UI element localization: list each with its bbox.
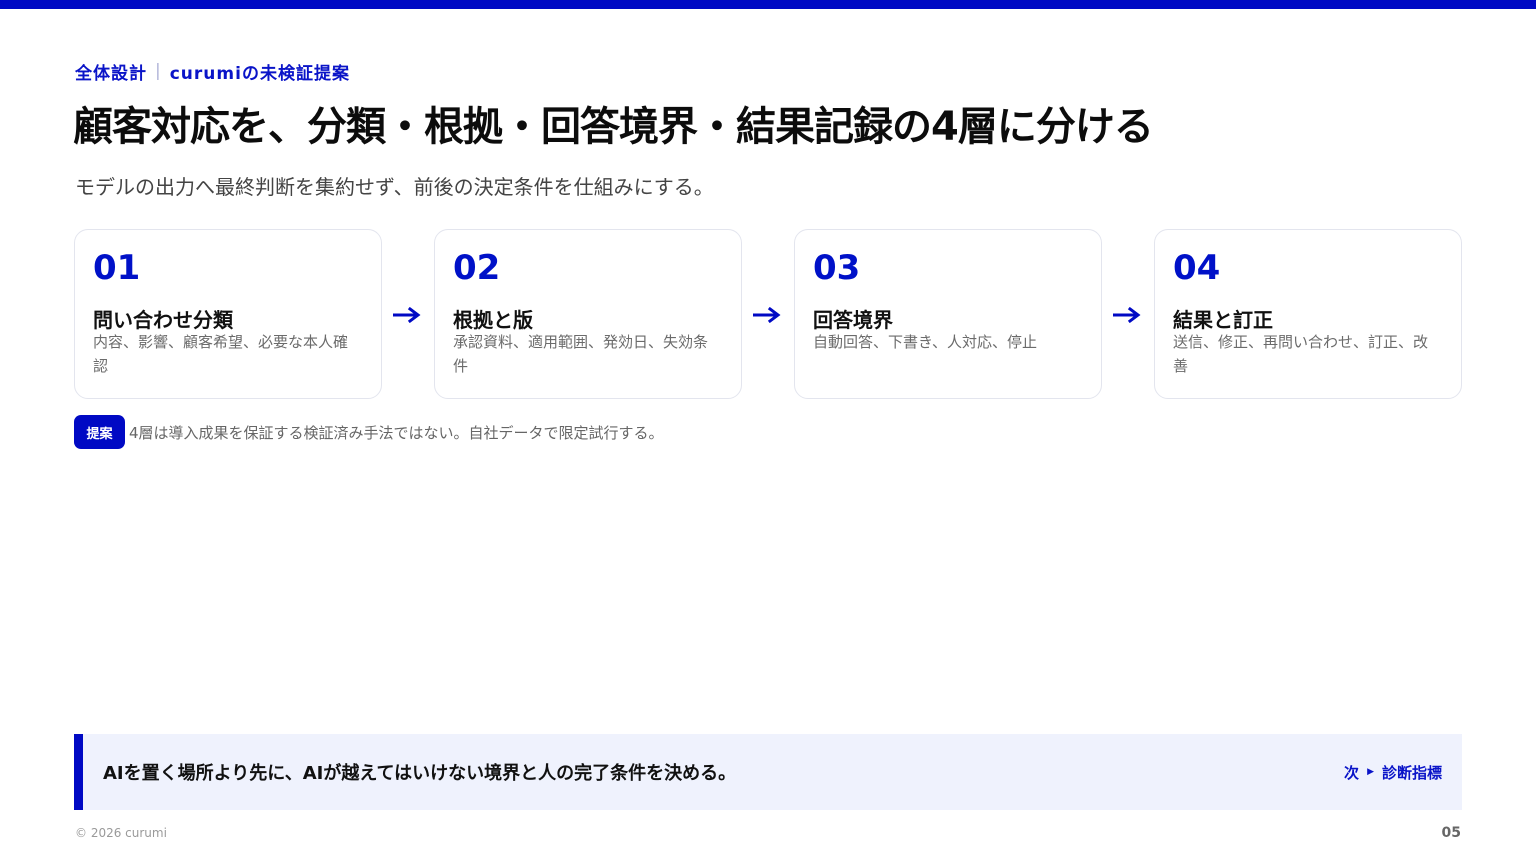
step-description: 送信、修正、再問い合わせ、訂正、改善 (1173, 333, 1429, 375)
step-number: 04 (1173, 248, 1221, 288)
page-subtitle: モデルの出力へ最終判断を集約せず、前後の決定条件を仕組みにする。 (75, 175, 714, 199)
next-prefix: 次 (1344, 763, 1360, 782)
step-flow: 01 問い合わせ分類 内容、影響、顧客希望、必要な本人確認 02 根拠と版 承認… (74, 229, 1462, 399)
step-number: 03 (813, 248, 861, 288)
key-message-callout: AIを置く場所より先に、AIが越えてはいけない境界と人の完了条件を決める。 次 … (74, 734, 1462, 810)
page-number: 05 (1441, 825, 1461, 841)
step-card-03: 03 回答境界 自動回答、下書き、人対応、停止 (794, 229, 1102, 399)
step-description: 承認資料、適用範囲、発効日、失効条件 (453, 333, 709, 375)
callout-message: AIを置く場所より先に、AIが越えてはいけない境界と人の完了条件を決める。 (103, 763, 737, 784)
arrow-right-icon (1109, 297, 1145, 333)
callout-accent-bar (74, 734, 83, 810)
eyebrow-divider: | (155, 61, 162, 81)
eyebrow-topic: curumiの未検証提案 (169, 63, 350, 84)
step-card-04: 04 結果と訂正 送信、修正、再問い合わせ、訂正、改善 (1154, 229, 1462, 399)
next-section-link[interactable]: 次 ▶ 診断指標 (1344, 734, 1442, 810)
triangle-right-icon: ▶ (1367, 767, 1374, 777)
arrow-right-icon (749, 297, 785, 333)
eyebrow: 全体設計 | curumiの未検証提案 (75, 59, 350, 84)
next-section-label: 診断指標 (1381, 763, 1442, 782)
arrow-right-icon (389, 297, 425, 333)
step-description: 内容、影響、顧客希望、必要な本人確認 (93, 333, 349, 375)
step-number: 02 (453, 248, 501, 288)
top-accent-bar (0, 0, 1536, 9)
proposal-note: 提案 4層は導入成果を保証する検証済み手法ではない。自社データで限定試行する。 (74, 415, 664, 449)
step-description: 自動回答、下書き、人対応、停止 (813, 333, 1037, 351)
step-card-02: 02 根拠と版 承認資料、適用範囲、発効日、失効条件 (434, 229, 742, 399)
page-title: 顧客対応を、分類・根拠・回答境界・結果記録の4層に分ける (73, 104, 1154, 150)
step-number: 01 (93, 248, 141, 288)
step-card-01: 01 問い合わせ分類 内容、影響、顧客希望、必要な本人確認 (74, 229, 382, 399)
eyebrow-section: 全体設計 (75, 63, 147, 84)
proposal-note-text: 4層は導入成果を保証する検証済み手法ではない。自社データで限定試行する。 (129, 423, 664, 442)
proposal-badge: 提案 (74, 415, 125, 449)
copyright: © 2026 curumi (75, 826, 167, 840)
